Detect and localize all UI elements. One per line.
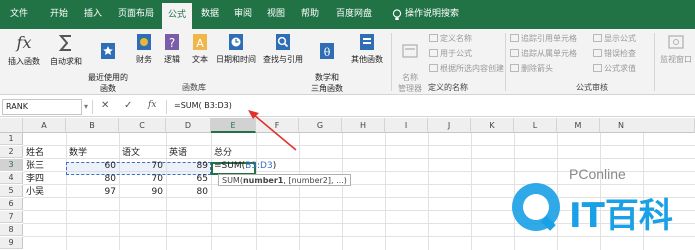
pconline-watermark: PConline IT百科 <box>509 162 679 240</box>
watermark-brand: PConline <box>569 166 626 182</box>
watermark-text: IT百科 <box>569 196 673 236</box>
